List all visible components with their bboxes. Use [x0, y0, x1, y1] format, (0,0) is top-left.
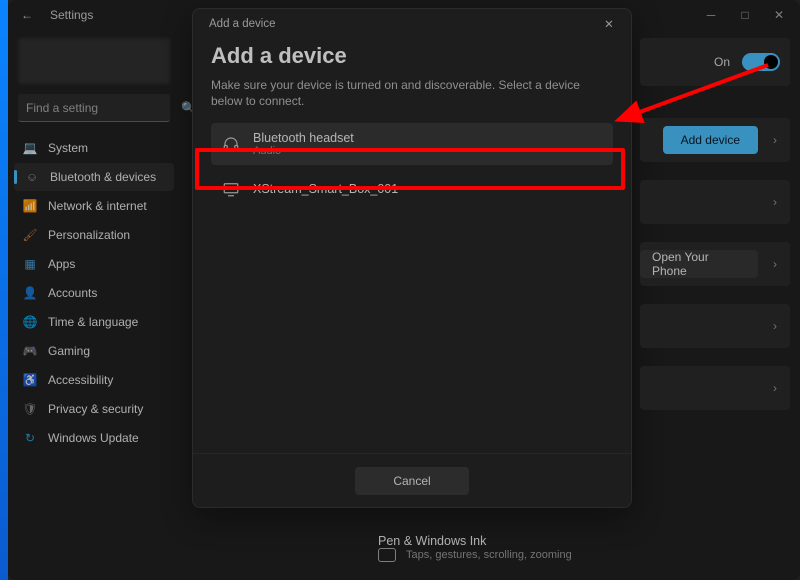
desktop-edge — [0, 0, 8, 580]
modal-overlay — [8, 0, 800, 580]
settings-window: ← Settings ─ □ ✕ 🔍 💻System ⎉Bluetooth & … — [8, 0, 800, 580]
